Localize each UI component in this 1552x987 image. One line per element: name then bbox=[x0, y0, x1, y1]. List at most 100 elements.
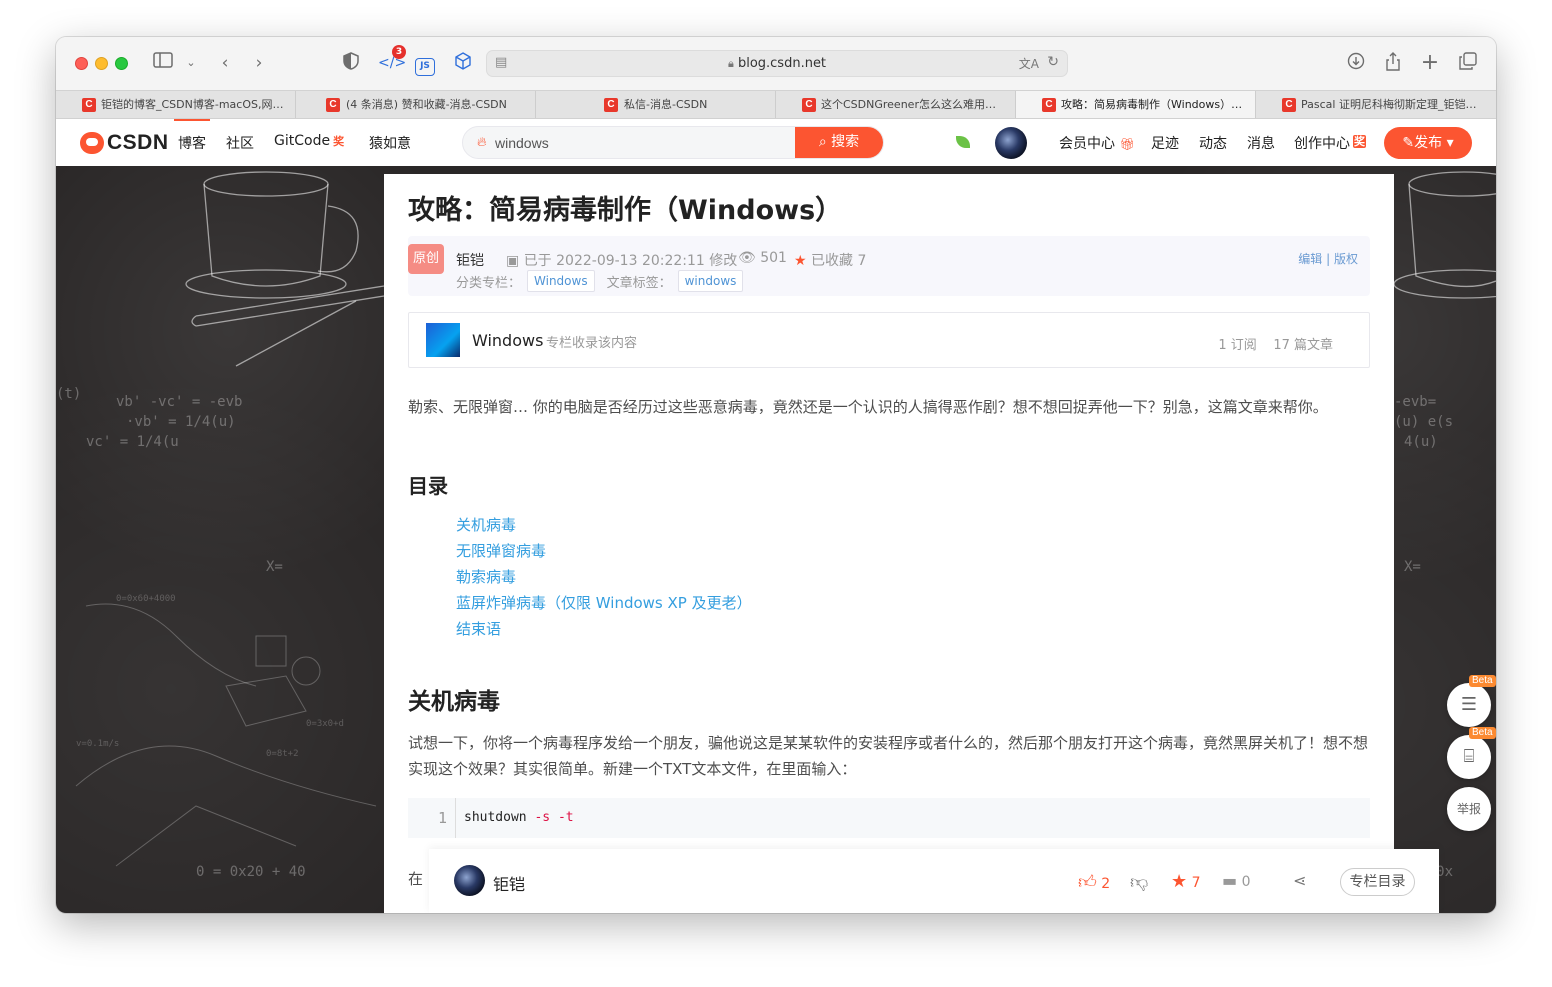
favorite-count: 7 bbox=[1191, 875, 1201, 891]
shield-icon[interactable] bbox=[342, 52, 360, 74]
tab-5-active[interactable]: C 攻略：简易病毒制作（Windows）… bbox=[1016, 91, 1256, 118]
publish-button[interactable]: ✎发布 ▾ bbox=[1384, 127, 1472, 159]
svg-text:(t): (t) bbox=[56, 386, 81, 402]
toc-heading: 目录 bbox=[408, 474, 448, 498]
tab-2[interactable]: C (4 条消息) 赞和收藏-消息-CSDN bbox=[296, 91, 536, 118]
svg-text:(u) e(s: (u) e(s bbox=[1394, 414, 1453, 430]
share-button[interactable]: ⋖ bbox=[1293, 871, 1306, 890]
toc-item[interactable]: 无限弹窗病毒 bbox=[456, 538, 752, 564]
tab-label: 这个CSDNGreener怎么这么难用… bbox=[821, 98, 996, 111]
reload-icon[interactable]: ↻ bbox=[1047, 54, 1059, 70]
translate-icon[interactable]: 文A bbox=[1019, 55, 1039, 72]
report-button[interactable]: 举报 bbox=[1447, 787, 1491, 831]
column-article-count: 17 篇文章 bbox=[1273, 338, 1333, 353]
intro-paragraph: 勒索、无限弹窗… 你的电脑是否经历过这些恶意病毒，竟然还是一个认识的人搞得恶作剧… bbox=[408, 398, 1328, 416]
star-icon: ★ bbox=[1171, 871, 1188, 892]
search-button[interactable]: ⌕ 搜索 bbox=[795, 127, 883, 158]
chevron-down-icon[interactable]: ⌄ bbox=[184, 52, 198, 74]
column-toc-button[interactable]: 专栏目录 bbox=[1340, 868, 1415, 896]
nav-gitcode[interactable]: GitCode 奖 bbox=[274, 133, 344, 149]
nav-messages[interactable]: 消息 bbox=[1247, 133, 1275, 153]
nav-footprint[interactable]: 足迹 bbox=[1151, 133, 1179, 153]
toc-item[interactable]: 蓝屏炸弹病毒（仅限 Windows XP 及更老） bbox=[456, 590, 752, 616]
back-icon[interactable]: ‹ bbox=[216, 52, 234, 74]
code-line-number: 1 bbox=[408, 798, 456, 838]
dislike-button[interactable]: 👎︎ bbox=[1130, 871, 1148, 893]
csdn-favicon-icon: C bbox=[1042, 98, 1056, 112]
zoom-window-button[interactable] bbox=[115, 57, 128, 70]
nav-community[interactable]: 社区 bbox=[226, 133, 254, 153]
favorite-button[interactable]: ★ 7 bbox=[1171, 871, 1201, 892]
minimize-window-button[interactable] bbox=[95, 57, 108, 70]
view-count-value: 501 bbox=[760, 250, 787, 266]
tab-1[interactable]: C 钜铠的博客_CSDN博客-macOS,网… bbox=[56, 91, 296, 118]
comment-button[interactable]: ▬ 0 bbox=[1222, 871, 1251, 890]
share-icon[interactable] bbox=[1383, 52, 1403, 74]
author-name[interactable]: 钜铠 bbox=[493, 871, 525, 895]
user-avatar[interactable] bbox=[995, 127, 1027, 159]
ai-summary-button[interactable]: Beta ☰ bbox=[1447, 675, 1496, 727]
outline-icon: ⌸ bbox=[1463, 746, 1475, 767]
ai-outline-button[interactable]: Beta ⌸ bbox=[1447, 727, 1496, 779]
nav-vip-center[interactable]: 会员中心 🎁︎ bbox=[1059, 133, 1135, 153]
modified-date-text: 已于 2022-09-13 20:22:11 修改 bbox=[523, 253, 738, 269]
sidebar-toggle-icon[interactable] bbox=[152, 52, 174, 74]
column-stats: 1 订阅 17 篇文章 bbox=[1218, 334, 1333, 353]
toc-item[interactable]: 勒索病毒 bbox=[456, 564, 752, 590]
nav-gitcode-label: GitCode bbox=[274, 133, 331, 149]
search-input[interactable] bbox=[495, 127, 795, 158]
edit-link[interactable]: 编辑 bbox=[1298, 252, 1322, 266]
category-tag[interactable]: Windows bbox=[527, 270, 595, 292]
lock-icon: 🔒︎ bbox=[727, 57, 734, 70]
svg-text:0=3x0+d: 0=3x0+d bbox=[306, 719, 344, 729]
nav-blog[interactable]: 博客 bbox=[174, 119, 210, 153]
tab-6[interactable]: C Pascal 证明尼科梅彻斯定理_钜铠… bbox=[1256, 91, 1496, 118]
like-count: 2 bbox=[1101, 876, 1111, 892]
tab-4[interactable]: C 这个CSDNGreener怎么这么难用… bbox=[776, 91, 1016, 118]
download-icon[interactable] bbox=[1346, 52, 1366, 74]
thumbs-up-icon: 👍︎ bbox=[1078, 872, 1097, 893]
tab-label: Pascal 证明尼科梅彻斯定理_钜铠… bbox=[1301, 98, 1477, 111]
favorite-status[interactable]: ★ 已收藏 7 bbox=[794, 250, 866, 270]
section-paragraph: 试想一下，你将一个病毒程序发给一个朋友，骗他说这是某某软件的安装程序或者什么的，… bbox=[408, 734, 1369, 778]
tab-3[interactable]: C 私信-消息-CSDN bbox=[536, 91, 776, 118]
nav-activity[interactable]: 动态 bbox=[1199, 133, 1227, 153]
forward-icon[interactable]: › bbox=[250, 52, 268, 74]
toc-item[interactable]: 关机病毒 bbox=[456, 512, 752, 538]
view-count: 👁︎ 501 bbox=[738, 250, 787, 266]
tab-overview-icon[interactable] bbox=[1458, 52, 1478, 74]
svg-text:X=: X= bbox=[266, 559, 283, 575]
article-meta: 原创 钜铠 ▣ 已于 2022-09-13 20:22:11 修改 👁︎ 501… bbox=[408, 236, 1370, 296]
copyright-link[interactable]: 版权 bbox=[1334, 252, 1358, 266]
nav-yuanruyi[interactable]: 猿如意 bbox=[369, 133, 411, 153]
like-button[interactable]: 👍︎ 2 bbox=[1078, 871, 1110, 893]
chalkboard-illustration-left: vb' -vc' = -evb ·vb' = 1/4(u) vc' = 1/4(… bbox=[56, 171, 384, 880]
tab-bar: C 钜铠的博客_CSDN博客-macOS,网… C (4 条消息) 赞和收藏-消息-… bbox=[56, 90, 1496, 119]
tag-label: 文章标签： bbox=[606, 275, 672, 291]
code-command: shutdown bbox=[464, 810, 527, 825]
leaf-icon[interactable] bbox=[956, 136, 970, 148]
svg-text:4(u): 4(u) bbox=[1404, 434, 1438, 450]
author-avatar[interactable] bbox=[454, 865, 485, 896]
new-tab-icon[interactable]: + bbox=[1420, 52, 1440, 74]
column-subscribers: 1 订阅 bbox=[1218, 338, 1257, 353]
tab-label: 私信-消息-CSDN bbox=[624, 98, 708, 111]
svg-text:vb' -vc' = -evb: vb' -vc' = -evb bbox=[116, 394, 242, 410]
svg-text:X=: X= bbox=[1404, 559, 1421, 575]
csdn-logo[interactable]: CSDN bbox=[80, 131, 169, 155]
author-link[interactable]: 钜铠 bbox=[456, 250, 484, 270]
nav-creator-center[interactable]: 创作中心奖 bbox=[1294, 133, 1366, 153]
address-bar[interactable]: ▤ 🔒︎ blog.csdn.net 文A ↻ bbox=[486, 50, 1068, 77]
toc-item[interactable]: 结束语 bbox=[456, 616, 752, 642]
js-extension-icon[interactable]: JS bbox=[414, 52, 436, 76]
table-of-contents: 关机病毒 无限弹窗病毒 勒索病毒 蓝屏炸弹病毒（仅限 Windows XP 及更… bbox=[456, 512, 752, 642]
article-tag[interactable]: windows bbox=[677, 270, 744, 292]
code-flag: -s bbox=[534, 810, 551, 825]
column-box[interactable]: Windows 专栏收录该内容 1 订阅 17 篇文章 bbox=[408, 312, 1370, 368]
close-window-button[interactable] bbox=[75, 57, 88, 70]
gift-icon: 🎁︎ bbox=[1119, 137, 1135, 151]
article-toolbar: 钜铠 👍︎ 2 👎︎ ★ 7 ▬ 0 ⋖ 专栏目录 bbox=[429, 849, 1439, 913]
cube-extension-icon[interactable] bbox=[452, 52, 474, 74]
eye-icon: 👁︎ bbox=[738, 250, 756, 266]
hot-flame-icon: 🔥︎ bbox=[477, 135, 487, 150]
